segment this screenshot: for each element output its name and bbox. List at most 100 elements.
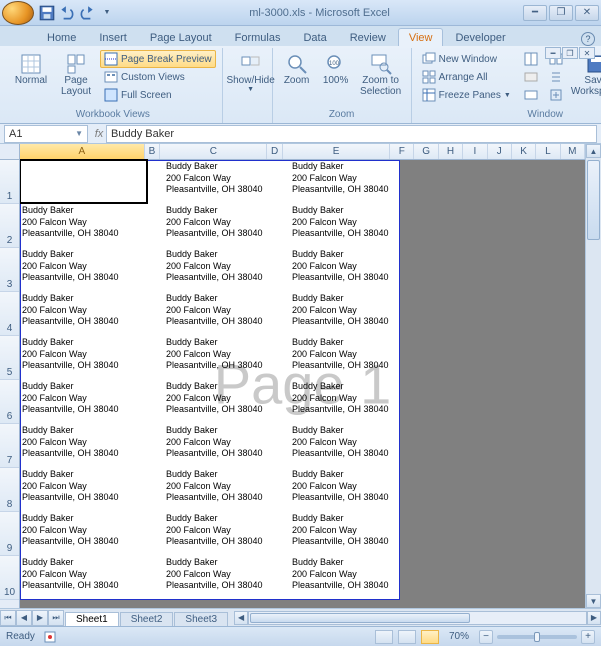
row-header-6[interactable]: 6 (0, 380, 19, 424)
cell-C10[interactable]: Buddy Baker 200 Falcon Way Pleasantville… (164, 556, 274, 593)
formula-input[interactable]: Buddy Baker (106, 125, 597, 143)
normal-view-button[interactable]: Normal (10, 50, 52, 89)
help-icon[interactable]: ? (581, 32, 595, 46)
row-header-10[interactable]: 10 (0, 556, 19, 600)
tab-page-layout[interactable]: Page Layout (139, 28, 223, 46)
restore-button[interactable]: ❐ (549, 5, 573, 21)
cell-E10[interactable]: Buddy Baker 200 Falcon Way Pleasantville… (290, 556, 400, 593)
show-hide-button[interactable]: Show/Hide ▼ (229, 50, 273, 97)
row-header-5[interactable]: 5 (0, 336, 19, 380)
zoom-out-button[interactable]: − (479, 630, 493, 644)
column-header-G[interactable]: G (414, 144, 438, 159)
cell-E7[interactable]: Buddy Baker 200 Falcon Way Pleasantville… (290, 424, 400, 461)
sheet-tab-sheet3[interactable]: Sheet3 (174, 612, 228, 626)
sheet-next-button[interactable]: ▶ (32, 610, 48, 626)
row-header-2[interactable]: 2 (0, 204, 19, 248)
redo-icon[interactable] (78, 4, 96, 22)
cell-grid[interactable]: Page 1 Buddy Baker 200 Falcon Way Pleasa… (20, 160, 585, 608)
cell-A6[interactable]: Buddy Baker 200 Falcon Way Pleasantville… (20, 380, 148, 417)
reset-pos-button[interactable] (545, 86, 567, 104)
name-box[interactable]: A1 ▼ (4, 125, 88, 143)
cell-A3[interactable]: Buddy Baker 200 Falcon Way Pleasantville… (20, 248, 148, 285)
cell-A5[interactable]: Buddy Baker 200 Falcon Way Pleasantville… (20, 336, 148, 373)
save-icon[interactable] (38, 4, 56, 22)
cell-A2[interactable]: Buddy Baker 200 Falcon Way Pleasantville… (20, 204, 148, 241)
office-button[interactable] (2, 1, 34, 25)
full-screen-button[interactable]: Full Screen (100, 86, 216, 104)
scroll-right-button[interactable]: ▶ (587, 611, 601, 625)
column-header-F[interactable]: F (390, 144, 414, 159)
cell-C5[interactable]: Buddy Baker 200 Falcon Way Pleasantville… (164, 336, 274, 373)
cell-E3[interactable]: Buddy Baker 200 Falcon Way Pleasantville… (290, 248, 400, 285)
cell-C3[interactable]: Buddy Baker 200 Falcon Way Pleasantville… (164, 248, 274, 285)
sheet-tab-sheet1[interactable]: Sheet1 (65, 612, 119, 626)
column-header-K[interactable]: K (512, 144, 536, 159)
hscroll-thumb[interactable] (250, 613, 470, 623)
vertical-scrollbar[interactable]: ▲ ▼ (585, 144, 601, 608)
new-window-button[interactable]: New Window (418, 50, 515, 68)
mdi-minimize[interactable]: ━ (545, 47, 561, 59)
column-header-L[interactable]: L (536, 144, 560, 159)
column-header-E[interactable]: E (283, 144, 390, 159)
zoom-slider-thumb[interactable] (534, 632, 540, 642)
cell-E9[interactable]: Buddy Baker 200 Falcon Way Pleasantville… (290, 512, 400, 549)
sheet-first-button[interactable]: ⏮ (0, 610, 16, 626)
scroll-track[interactable] (586, 158, 601, 594)
page-break-preview-button[interactable]: Page Break Preview (100, 50, 216, 68)
close-button[interactable]: ✕ (575, 5, 599, 21)
page-break-toggle[interactable] (421, 630, 439, 644)
zoom-in-button[interactable]: + (581, 630, 595, 644)
mdi-close[interactable]: ✕ (579, 47, 595, 59)
cell-E8[interactable]: Buddy Baker 200 Falcon Way Pleasantville… (290, 468, 400, 505)
cell-C1[interactable]: Buddy Baker 200 Falcon Way Pleasantville… (164, 160, 274, 197)
zoom-100-button[interactable]: 100 100% (318, 50, 354, 89)
cell-A10[interactable]: Buddy Baker 200 Falcon Way Pleasantville… (20, 556, 148, 593)
mdi-restore[interactable]: ❐ (562, 47, 578, 59)
page-layout-toggle[interactable] (398, 630, 416, 644)
page-layout-view-button[interactable]: Page Layout (55, 50, 97, 100)
cell-A9[interactable]: Buddy Baker 200 Falcon Way Pleasantville… (20, 512, 148, 549)
column-header-M[interactable]: M (561, 144, 585, 159)
tab-data[interactable]: Data (292, 28, 337, 46)
sheet-last-button[interactable]: ⏭ (48, 610, 64, 626)
cell-C8[interactable]: Buddy Baker 200 Falcon Way Pleasantville… (164, 468, 274, 505)
column-header-B[interactable]: B (145, 144, 161, 159)
zoom-selection-button[interactable]: Zoom to Selection (357, 50, 405, 100)
freeze-panes-button[interactable]: Freeze Panes ▼ (418, 86, 515, 104)
sync-scroll-button[interactable] (545, 68, 567, 86)
cell-E5[interactable]: Buddy Baker 200 Falcon Way Pleasantville… (290, 336, 400, 373)
cell-A8[interactable]: Buddy Baker 200 Falcon Way Pleasantville… (20, 468, 148, 505)
tab-review[interactable]: Review (339, 28, 397, 46)
horizontal-scrollbar[interactable]: ◀ ▶ (234, 611, 601, 625)
minimize-button[interactable]: ━ (523, 5, 547, 21)
row-header-4[interactable]: 4 (0, 292, 19, 336)
undo-icon[interactable] (58, 4, 76, 22)
fx-icon[interactable]: fx (92, 128, 106, 140)
column-header-D[interactable]: D (267, 144, 283, 159)
cell-C4[interactable]: Buddy Baker 200 Falcon Way Pleasantville… (164, 292, 274, 329)
row-header-8[interactable]: 8 (0, 468, 19, 512)
cell-E4[interactable]: Buddy Baker 200 Falcon Way Pleasantville… (290, 292, 400, 329)
tab-home[interactable]: Home (36, 28, 87, 46)
cell-E2[interactable]: Buddy Baker 200 Falcon Way Pleasantville… (290, 204, 400, 241)
cell-A1[interactable]: Buddy Baker 200 Falcon Way Pleasantville… (20, 160, 148, 197)
normal-view-toggle[interactable] (375, 630, 393, 644)
cell-C2[interactable]: Buddy Baker 200 Falcon Way Pleasantville… (164, 204, 274, 241)
split-button[interactable] (520, 50, 542, 68)
column-header-C[interactable]: C (160, 144, 267, 159)
arrange-all-button[interactable]: Arrange All (418, 68, 515, 86)
cell-A7[interactable]: Buddy Baker 200 Falcon Way Pleasantville… (20, 424, 148, 461)
scroll-down-button[interactable]: ▼ (586, 594, 601, 608)
sheet-prev-button[interactable]: ◀ (16, 610, 32, 626)
column-header-I[interactable]: I (463, 144, 487, 159)
cell-C7[interactable]: Buddy Baker 200 Falcon Way Pleasantville… (164, 424, 274, 461)
macro-record-icon[interactable] (43, 630, 57, 644)
scroll-left-button[interactable]: ◀ (234, 611, 248, 625)
tab-insert[interactable]: Insert (88, 28, 138, 46)
tab-view[interactable]: View (398, 28, 444, 46)
cell-C6[interactable]: Buddy Baker 200 Falcon Way Pleasantville… (164, 380, 274, 417)
row-header-3[interactable]: 3 (0, 248, 19, 292)
row-header-9[interactable]: 9 (0, 512, 19, 556)
column-header-H[interactable]: H (439, 144, 463, 159)
scroll-thumb[interactable] (587, 160, 600, 240)
